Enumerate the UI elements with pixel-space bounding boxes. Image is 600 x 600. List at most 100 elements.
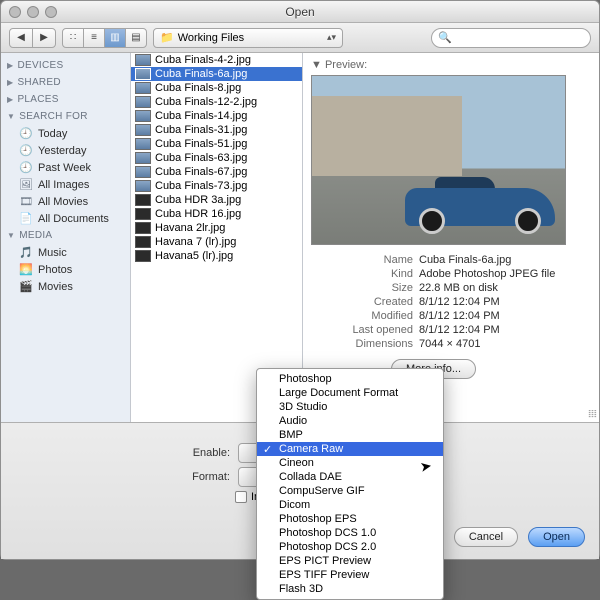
- path-label: Working Files: [178, 32, 244, 44]
- sidebar-section-places[interactable]: ▶PLACES: [1, 91, 130, 108]
- file-type-icon: [135, 250, 151, 262]
- sidebar-item-all-movies[interactable]: 🎞All Movies: [1, 193, 130, 210]
- file-name: Cuba Finals-4-2.jpg: [155, 54, 251, 66]
- format-menu-item[interactable]: Photoshop DCS 1.0: [257, 526, 443, 540]
- file-type-icon: [135, 194, 151, 206]
- cancel-button[interactable]: Cancel: [454, 527, 518, 547]
- meta-row: Created8/1/12 12:04 PM: [341, 295, 591, 309]
- format-menu-item[interactable]: CompuServe GIF: [257, 484, 443, 498]
- file-row[interactable]: Cuba Finals-63.jpg: [131, 151, 302, 165]
- format-menu-item[interactable]: Collada DAE: [257, 470, 443, 484]
- file-row[interactable]: Cuba HDR 16.jpg: [131, 207, 302, 221]
- format-menu-item[interactable]: Cineon: [257, 456, 443, 470]
- meta-key: Modified: [341, 310, 413, 322]
- sidebar-item-past-week[interactable]: 🕘Past Week: [1, 159, 130, 176]
- format-menu-item-label: Audio: [279, 415, 307, 427]
- search-field[interactable]: 🔍: [431, 28, 591, 48]
- format-menu-item[interactable]: Photoshop: [257, 372, 443, 386]
- sidebar-item-all-documents[interactable]: 📄All Documents: [1, 210, 130, 227]
- image-sequence-checkbox[interactable]: [235, 491, 247, 503]
- format-menu-item-label: EPS TIFF Preview: [279, 569, 369, 581]
- minimize-window-button[interactable]: [27, 6, 39, 18]
- file-type-icon: [135, 208, 151, 220]
- open-button[interactable]: Open: [528, 527, 585, 547]
- column-resize-handle[interactable]: 𝍖: [588, 409, 597, 420]
- preview-pane: ▼ Preview: NameCuba Finals-6a.jpgKindAdo…: [303, 53, 599, 422]
- list-view-button[interactable]: ≡: [83, 28, 105, 48]
- enable-label: Enable:: [15, 447, 230, 459]
- format-menu-item[interactable]: 3D Studio: [257, 400, 443, 414]
- coverflow-view-button[interactable]: ▤: [125, 28, 147, 48]
- file-name: Cuba Finals-31.jpg: [155, 124, 247, 136]
- file-row[interactable]: Cuba Finals-4-2.jpg: [131, 53, 302, 67]
- sidebar: ▶DEVICES▶SHARED▶PLACES▼SEARCH FOR🕘Today🕘…: [1, 53, 131, 422]
- format-menu-item[interactable]: Audio: [257, 414, 443, 428]
- format-menu-item[interactable]: Photoshop DCS 2.0: [257, 540, 443, 554]
- file-row[interactable]: Havana 2lr.jpg: [131, 221, 302, 235]
- file-row[interactable]: Cuba Finals-31.jpg: [131, 123, 302, 137]
- format-menu-item[interactable]: BMP: [257, 428, 443, 442]
- format-menu-item-label: CompuServe GIF: [279, 485, 365, 497]
- file-type-icon: [135, 68, 151, 80]
- sidebar-item-label: Movies: [38, 281, 73, 293]
- icon-view-button[interactable]: ∷: [62, 28, 84, 48]
- sidebar-section-search-for[interactable]: ▼SEARCH FOR: [1, 108, 130, 125]
- sidebar-section-devices[interactable]: ▶DEVICES: [1, 57, 130, 74]
- file-row[interactable]: Cuba Finals-6a.jpg: [131, 67, 302, 81]
- file-name: Cuba HDR 3a.jpg: [155, 194, 241, 206]
- film-icon: 🎬: [19, 280, 33, 293]
- preview-metadata: NameCuba Finals-6a.jpgKindAdobe Photosho…: [341, 253, 591, 351]
- window-controls: [9, 6, 57, 18]
- cursor-icon: ➤: [419, 457, 434, 476]
- forward-button[interactable]: ▶: [32, 28, 56, 48]
- file-row[interactable]: Cuba Finals-73.jpg: [131, 179, 302, 193]
- file-row[interactable]: Cuba Finals-14.jpg: [131, 109, 302, 123]
- path-selector[interactable]: 📁 Working Files ▴▾: [153, 28, 343, 48]
- file-row[interactable]: Cuba Finals-67.jpg: [131, 165, 302, 179]
- file-row[interactable]: Cuba Finals-12-2.jpg: [131, 95, 302, 109]
- sidebar-item-photos[interactable]: 🌅Photos: [1, 261, 130, 278]
- file-row[interactable]: Cuba HDR 3a.jpg: [131, 193, 302, 207]
- file-name: Cuba Finals-63.jpg: [155, 152, 247, 164]
- close-window-button[interactable]: [9, 6, 21, 18]
- meta-row: KindAdobe Photoshop JPEG file: [341, 267, 591, 281]
- file-row[interactable]: Cuba Finals-8.jpg: [131, 81, 302, 95]
- meta-key: Created: [341, 296, 413, 308]
- zoom-window-button[interactable]: [45, 6, 57, 18]
- sidebar-item-yesterday[interactable]: 🕘Yesterday: [1, 142, 130, 159]
- sidebar-section-media[interactable]: ▼MEDIA: [1, 227, 130, 244]
- format-menu-item-label: Photoshop EPS: [279, 513, 357, 525]
- format-menu-item[interactable]: Flash 3D: [257, 582, 443, 596]
- sidebar-item-movies[interactable]: 🎬 Movies: [1, 278, 130, 295]
- format-menu-item-label: Large Document Format: [279, 387, 398, 399]
- meta-row: Last opened8/1/12 12:04 PM: [341, 323, 591, 337]
- file-type-icon: [135, 152, 151, 164]
- format-label: Format:: [15, 471, 230, 483]
- sidebar-item-music[interactable]: 🎵Music: [1, 244, 130, 261]
- file-row[interactable]: Havana5 (lr).jpg: [131, 249, 302, 263]
- file-type-icon: [135, 110, 151, 122]
- sidebar-section-shared[interactable]: ▶SHARED: [1, 74, 130, 91]
- format-menu-item-label: 3D Studio: [279, 401, 327, 413]
- sidebar-item-today[interactable]: 🕘Today: [1, 125, 130, 142]
- file-type-icon: [135, 236, 151, 248]
- sidebar-item-label: All Images: [38, 179, 89, 191]
- format-menu-item[interactable]: Photoshop EPS: [257, 512, 443, 526]
- preview-image: [311, 75, 566, 245]
- file-row[interactable]: Havana 7 (lr).jpg: [131, 235, 302, 249]
- file-row[interactable]: Cuba Finals-51.jpg: [131, 137, 302, 151]
- column-view-button[interactable]: ▥: [104, 28, 126, 48]
- file-type-icon: [135, 82, 151, 94]
- sidebar-item-label: Yesterday: [38, 145, 87, 157]
- back-button[interactable]: ◀: [9, 28, 33, 48]
- format-menu-item[interactable]: Large Document Format: [257, 386, 443, 400]
- sidebar-item-all-images[interactable]: 🖼All Images: [1, 176, 130, 193]
- format-menu-item-label: Camera Raw: [279, 443, 343, 455]
- format-menu-item[interactable]: EPS TIFF Preview: [257, 568, 443, 582]
- format-menu-item[interactable]: EPS PICT Preview: [257, 554, 443, 568]
- clock-icon: 🕘: [19, 161, 33, 174]
- format-menu-item[interactable]: ✓Camera Raw: [257, 442, 443, 456]
- format-menu-item[interactable]: Dicom: [257, 498, 443, 512]
- format-menu-item-label: EPS PICT Preview: [279, 555, 371, 567]
- file-name: Cuba Finals-73.jpg: [155, 180, 247, 192]
